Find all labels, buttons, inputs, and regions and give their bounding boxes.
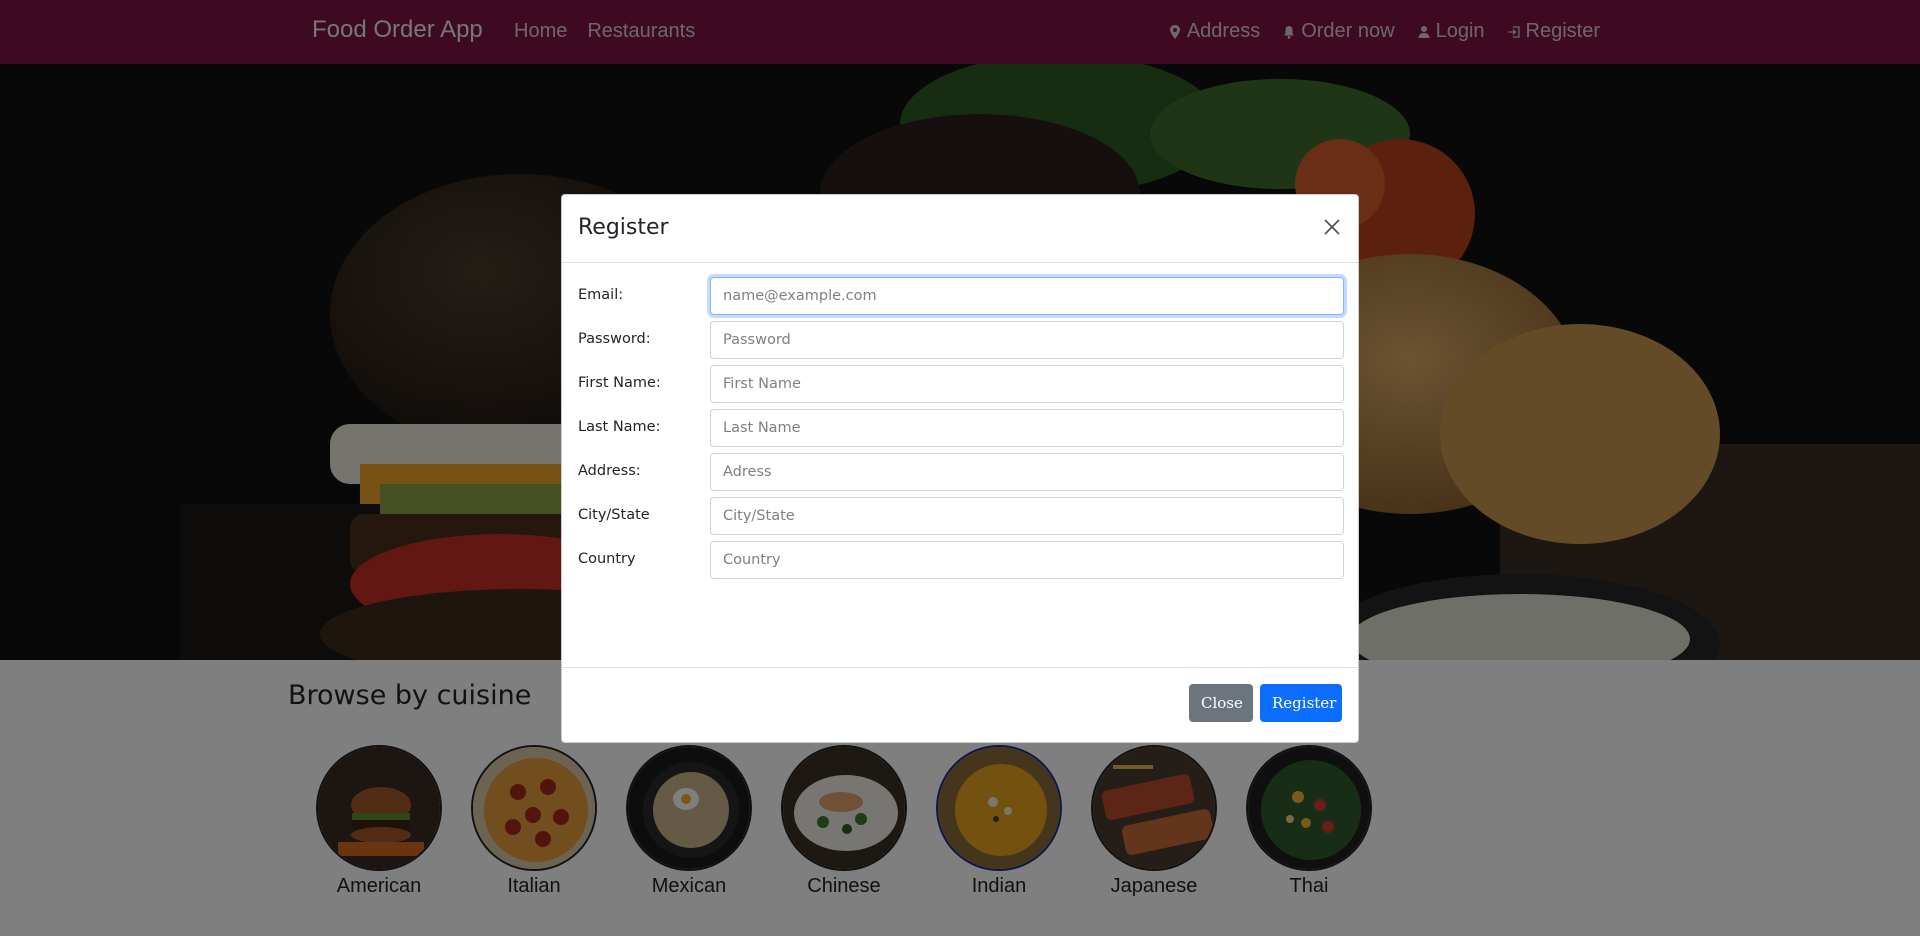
modal-body: Email: Password: First Name: Last Name: … [562,263,1358,668]
email-label: Email: [578,287,624,303]
modal-footer: Close Register [562,668,1358,742]
first-name-field[interactable] [710,365,1344,403]
modal-header: Register [562,195,1358,263]
last-name-label: Last Name: [578,419,661,435]
email-row: Email: [578,277,1344,315]
password-field[interactable] [710,321,1344,359]
register-button[interactable]: Register [1260,684,1342,722]
address-label: Address: [578,463,641,479]
last-name-field[interactable] [710,409,1344,447]
city-state-row: City/State [578,497,1344,535]
close-icon[interactable] [1322,217,1342,237]
first-name-row: First Name: [578,365,1344,403]
country-field[interactable] [710,541,1344,579]
country-label: Country [578,551,636,567]
city-state-label: City/State [578,507,650,523]
modal-title: Register [578,215,669,240]
close-button[interactable]: Close [1189,684,1253,722]
email-field[interactable] [710,277,1344,315]
password-row: Password: [578,321,1344,359]
city-state-field[interactable] [710,497,1344,535]
address-field[interactable] [710,453,1344,491]
country-row: Country [578,541,1344,579]
last-name-row: Last Name: [578,409,1344,447]
password-label: Password: [578,331,651,347]
address-row: Address: [578,453,1344,491]
first-name-label: First Name: [578,375,661,391]
register-modal: Register Email: Password: First Name: La… [561,194,1359,743]
